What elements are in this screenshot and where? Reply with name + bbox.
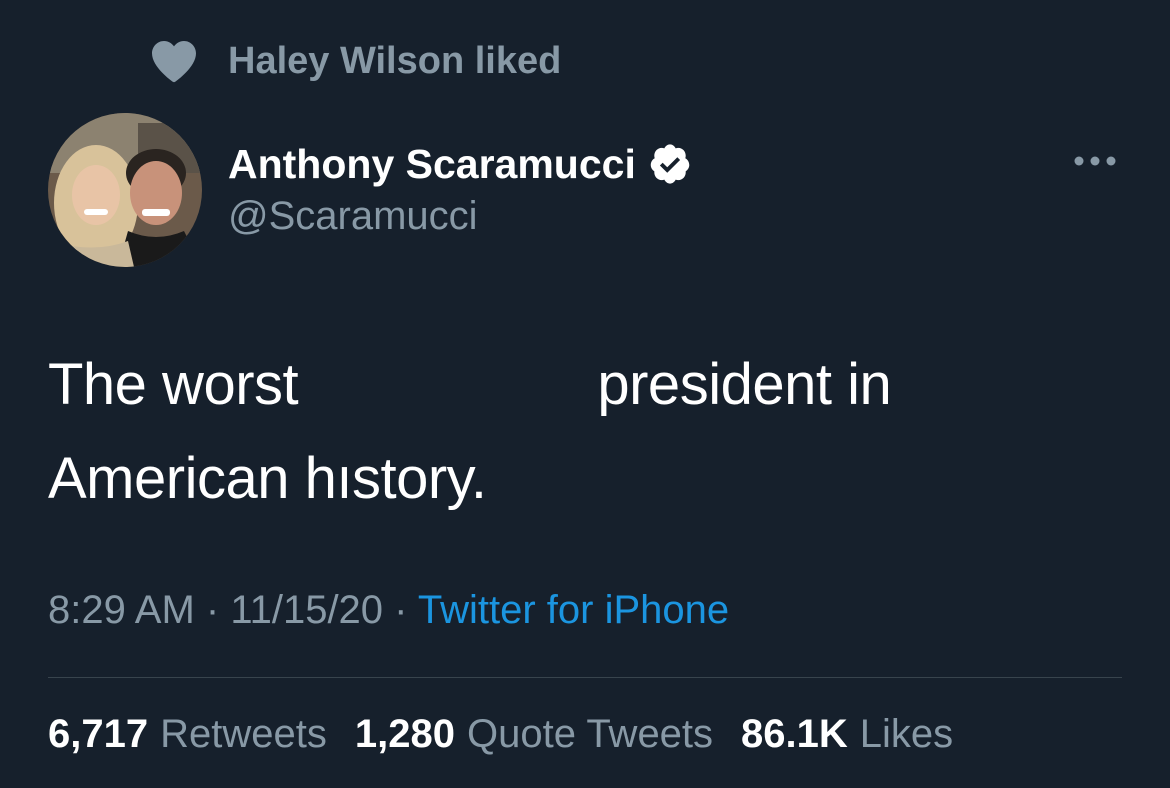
likes-stat[interactable]: 86.1K Likes (741, 712, 953, 757)
quote-tweets-stat[interactable]: 1,280 Quote Tweets (355, 712, 713, 757)
liked-by-text[interactable]: Haley Wilson liked (228, 40, 561, 83)
tweet-line-1: The worst president in (48, 338, 892, 432)
likes-label: Likes (859, 712, 954, 756)
tweet-text-end: president in (581, 352, 892, 417)
divider (48, 677, 1122, 678)
handle[interactable]: @Scaramucci (228, 194, 692, 239)
retweets-stat[interactable]: 6,717 Retweets (48, 712, 327, 757)
quote-tweets-count: 1,280 (354, 712, 455, 756)
tweet-time[interactable]: 8:29 AM (48, 588, 195, 632)
tweet-date[interactable]: 11/15/20 (230, 588, 383, 632)
heart-icon (152, 41, 196, 83)
retweets-count: 6,717 (48, 712, 149, 756)
verified-badge-icon (650, 144, 690, 184)
tweet-source-link[interactable]: Twitter for iPhone (418, 588, 729, 632)
name-row: Anthony Scaramucci (228, 140, 692, 188)
retweets-label: Retweets (160, 712, 327, 756)
tweet-text: The worst president in American hıstory. (48, 338, 892, 526)
avatar-photo (48, 113, 202, 267)
meta-separator: · (194, 588, 231, 632)
social-context: Haley Wilson liked (150, 38, 561, 84)
tweet-text-start: The worst (48, 352, 314, 417)
more-options-icon[interactable] (1070, 146, 1120, 176)
meta-separator: · (383, 588, 418, 632)
avatar[interactable] (48, 113, 202, 267)
tweet-line-2: American hıstory. (48, 446, 487, 511)
tweet-meta: 8:29 AM · 11/15/20 · Twitter for iPhone (48, 588, 729, 633)
quote-tweets-label: Quote Tweets (466, 712, 714, 756)
likes-count: 86.1K (741, 712, 848, 756)
redacted-gap (314, 394, 582, 404)
display-name[interactable]: Anthony Scaramucci (228, 141, 636, 188)
author-block[interactable]: Anthony Scaramucci @Scaramucci (228, 140, 692, 239)
engagement-stats: 6,717 Retweets 1,280 Quote Tweets 86.1K Lik… (48, 712, 953, 757)
